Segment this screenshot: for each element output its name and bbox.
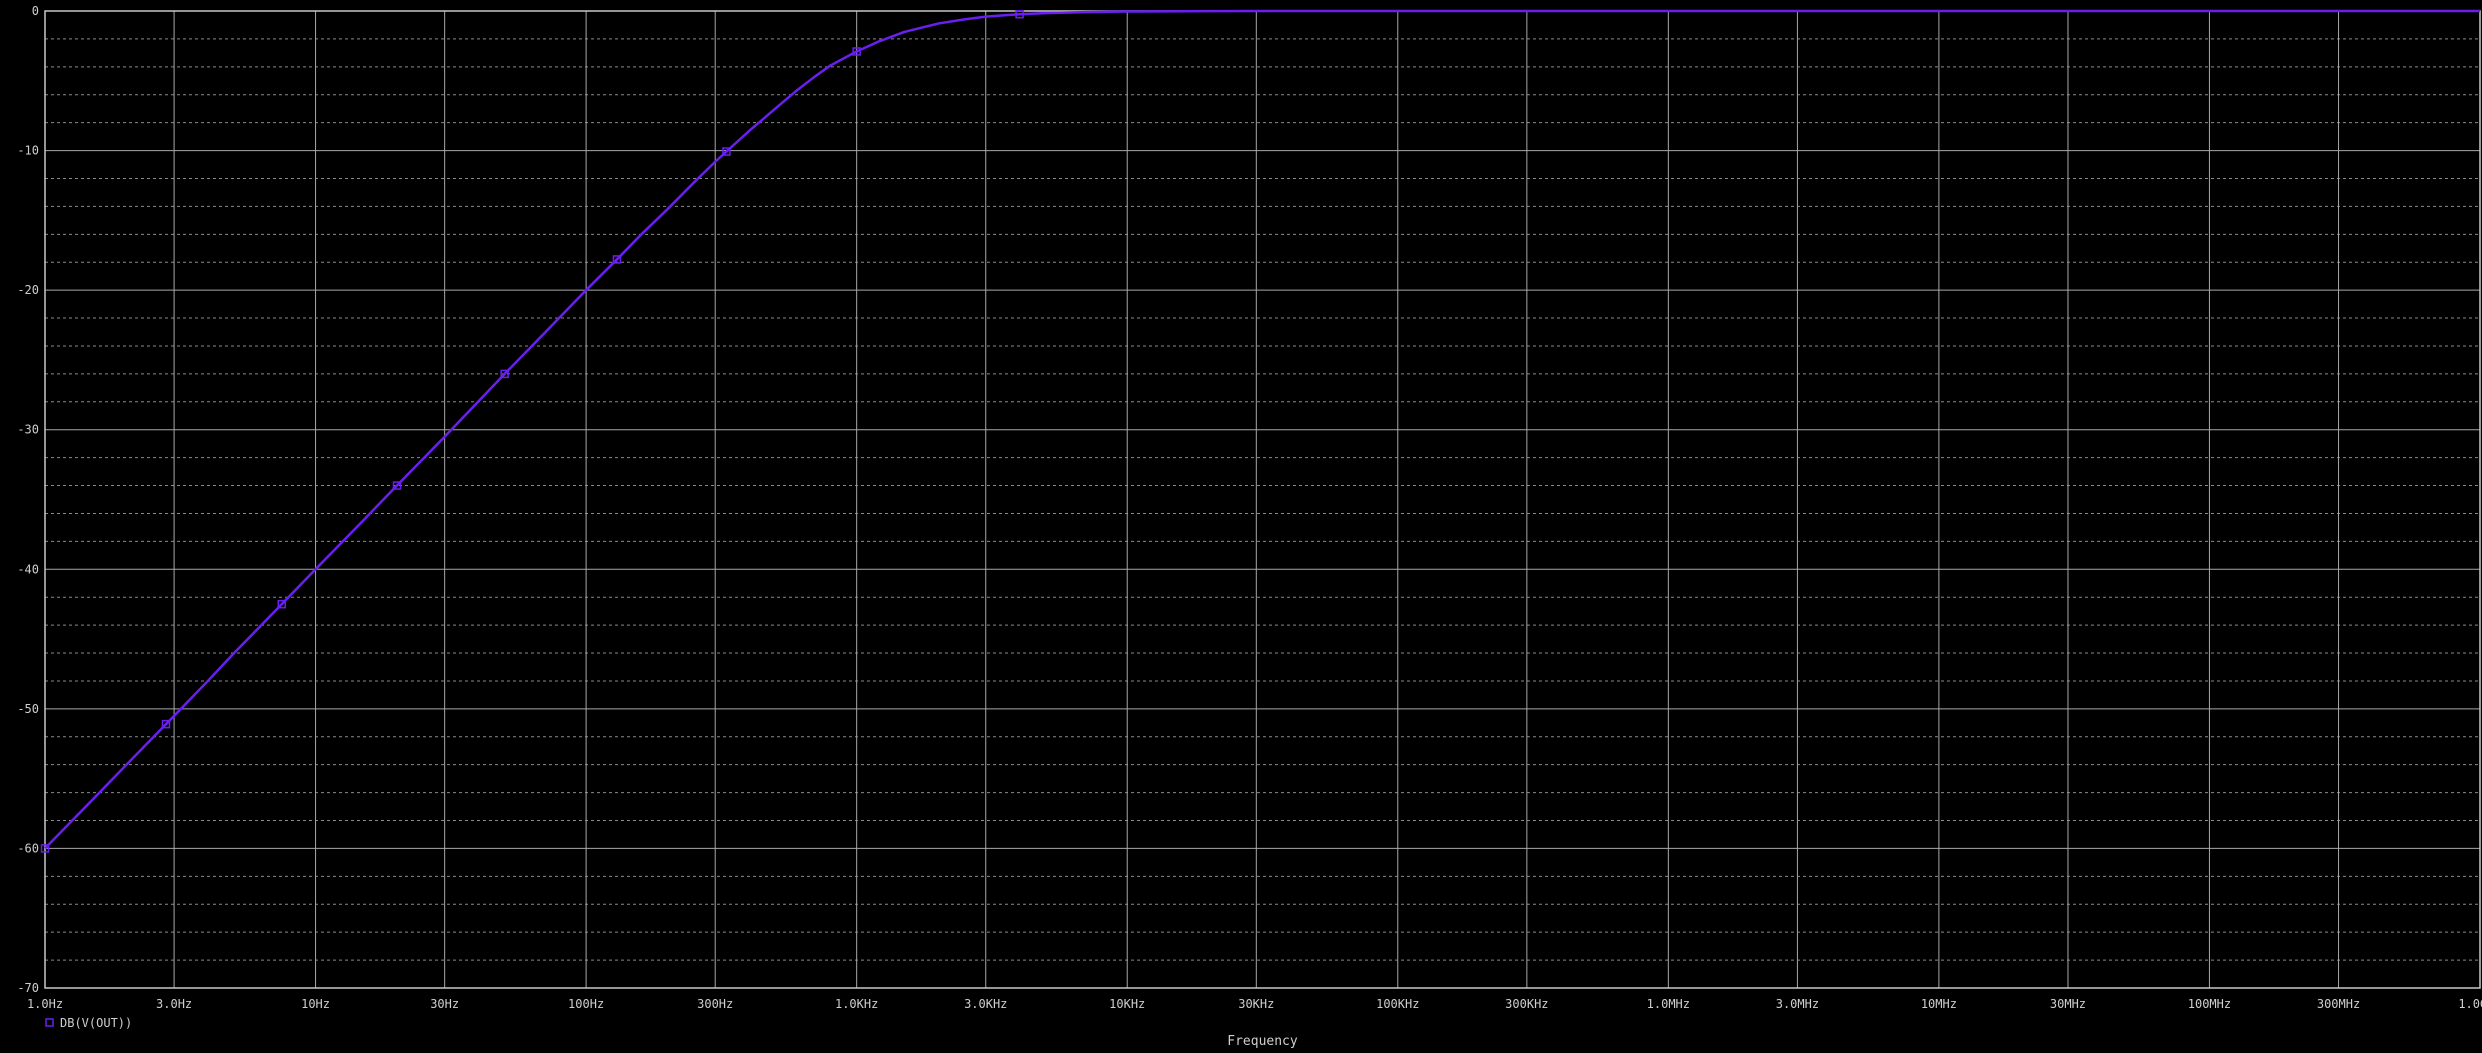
x-tick-label: 100MHz bbox=[2188, 997, 2231, 1011]
x-axis-title: Frequency bbox=[1227, 1034, 1298, 1049]
x-tick-label: 1.0KHz bbox=[835, 997, 878, 1011]
frequency-response-plot: 0 -10 -20 -30 -40 -50 -60 -70 1.0Hz 3.0Hz 10Hz 30H… bbox=[0, 0, 2482, 1053]
x-tick-label: 1.0Hz bbox=[27, 997, 63, 1011]
x-tick-label: 100Hz bbox=[568, 997, 604, 1011]
x-tick-label: 30Hz bbox=[430, 997, 459, 1011]
y-tick-label: 0 bbox=[32, 4, 39, 18]
x-tick-label: 10MHz bbox=[1921, 997, 1957, 1011]
y-tick-label: -40 bbox=[17, 562, 39, 576]
x-tick-label: 3.0MHz bbox=[1776, 997, 1819, 1011]
x-tick-label: 1.0GHz bbox=[2458, 997, 2482, 1011]
x-tick-label: 10Hz bbox=[301, 997, 330, 1011]
x-tick-label: 100KHz bbox=[1376, 997, 1419, 1011]
x-tick-label: 300MHz bbox=[2317, 997, 2360, 1011]
x-tick-label: 300Hz bbox=[697, 997, 733, 1011]
y-tick-label: -30 bbox=[17, 423, 39, 437]
y-tick-label: -50 bbox=[17, 702, 39, 716]
x-tick-label: 3.0KHz bbox=[964, 997, 1007, 1011]
x-tick-label: 10KHz bbox=[1109, 997, 1145, 1011]
x-tick-label: 1.0MHz bbox=[1647, 997, 1690, 1011]
y-tick-label: -20 bbox=[17, 283, 39, 297]
x-tick-label: 300KHz bbox=[1505, 997, 1548, 1011]
y-tick-label: -10 bbox=[17, 144, 39, 158]
y-tick-label: -70 bbox=[17, 981, 39, 995]
legend-label: DB(V(OUT)) bbox=[60, 1016, 132, 1030]
x-tick-label: 30KHz bbox=[1238, 997, 1274, 1011]
x-tick-label: 3.0Hz bbox=[156, 997, 192, 1011]
y-tick-label: -60 bbox=[17, 841, 39, 855]
x-tick-label: 30MHz bbox=[2050, 997, 2086, 1011]
plot-background bbox=[0, 0, 2482, 1053]
